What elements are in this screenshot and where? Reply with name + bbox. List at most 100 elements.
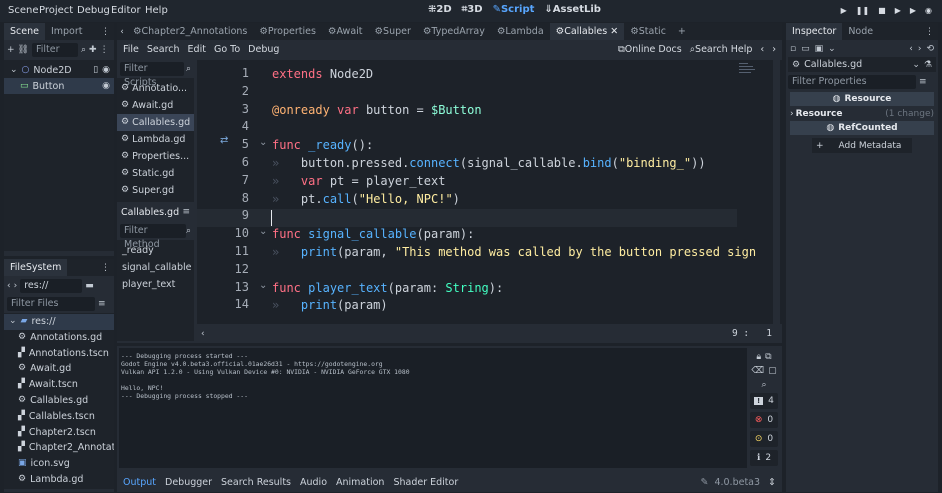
list-item[interactable]: ▞ Await.tscn xyxy=(4,377,114,393)
collapse-icon[interactable]: ⌄ xyxy=(10,65,18,75)
tree-item-button[interactable]: ▭ Button ◉ xyxy=(4,78,114,94)
tab-inspector[interactable]: Inspector xyxy=(786,23,843,40)
script-menu-debug[interactable]: Debug xyxy=(248,44,279,55)
script-list-item[interactable]: ⚙ Super.gd xyxy=(117,182,194,199)
list-item[interactable]: ▞ Callables.tscn xyxy=(4,409,114,425)
more-icon[interactable]: ⋮ xyxy=(101,27,110,37)
mode-assetlib-button[interactable]: ⇓AssetLib xyxy=(544,4,601,15)
back-icon[interactable]: ‹ xyxy=(7,281,11,291)
script-list-item[interactable]: ⚙ Lambda.gd xyxy=(117,131,194,148)
list-item[interactable]: ▞ Annotations.tscn xyxy=(4,346,114,362)
scene-filter-input[interactable]: Filter xyxy=(31,43,78,57)
method-list-item[interactable]: player_text xyxy=(117,276,194,293)
search-icon[interactable]: ⌕ xyxy=(761,380,766,390)
menu-help[interactable]: Help xyxy=(145,5,168,16)
tab-debugger[interactable]: Debugger xyxy=(165,477,212,488)
tabs-left-icon[interactable]: ‹ xyxy=(117,27,127,37)
more-icon[interactable]: ⋮ xyxy=(101,263,110,273)
code-scrollbar[interactable] xyxy=(773,60,780,324)
new-resource-icon[interactable]: ▫ xyxy=(790,44,796,54)
tab-callables[interactable]: ⚙Callables ✕ xyxy=(549,23,625,40)
filesystem-filter-input[interactable]: Filter Files xyxy=(7,297,95,311)
script-list-item[interactable]: ⚙ Annotatio... xyxy=(117,80,194,97)
script-list-item[interactable]: ⚙ Callables.gd xyxy=(117,114,194,131)
script-list-item[interactable]: ⚙ Properties... xyxy=(117,148,194,165)
section-refcounted[interactable]: ◍ RefCounted xyxy=(790,121,934,135)
fold-icon[interactable]: ⌄ xyxy=(259,280,267,291)
tab-audio[interactable]: Audio xyxy=(300,477,327,488)
menu-debug[interactable]: Debug xyxy=(77,5,110,16)
tab-shader-editor[interactable]: Shader Editor xyxy=(393,477,458,488)
tab-node[interactable]: Node xyxy=(842,23,879,40)
play-custom-icon[interactable]: ▶ xyxy=(910,6,916,15)
object-properties-icon[interactable]: ⚗ xyxy=(924,60,932,70)
tab-chapter2-annotations[interactable]: ⚙Chapter2_Annotations xyxy=(127,23,253,40)
forward-icon[interactable]: › xyxy=(14,281,18,291)
tab-await[interactable]: ⚙Await xyxy=(322,23,369,40)
script-menu-goto[interactable]: Go To xyxy=(214,44,240,55)
mode-script-button[interactable]: ✎Script xyxy=(493,4,535,15)
menu-scene[interactable]: Scene xyxy=(8,5,39,16)
tab-scene[interactable]: Scene xyxy=(4,23,45,40)
script-filter-input[interactable]: Filter Scripts xyxy=(120,62,184,88)
fold-icon[interactable]: ⌄ xyxy=(259,226,267,237)
online-docs-button[interactable]: ⧉Online Docs xyxy=(618,44,682,55)
property-resource[interactable]: › Resource (1 change) xyxy=(790,107,934,120)
list-item[interactable]: ▣ icon.svg xyxy=(4,456,114,472)
tab-typedarray[interactable]: ⚙TypedArray xyxy=(417,23,491,40)
script-list-item[interactable]: ⚙ Await.gd xyxy=(117,97,194,114)
more-icon[interactable]: ⋮ xyxy=(925,27,934,37)
sort-icon[interactable]: ≡ xyxy=(919,77,927,87)
list-item[interactable]: ▞ Chapter2_Annotatic xyxy=(4,440,114,456)
script-list-item[interactable]: ⚙ Static.gd xyxy=(117,165,194,182)
attach-script-icon[interactable]: ✚ xyxy=(89,45,97,55)
lock-icon[interactable]: 🔒︎ xyxy=(756,352,761,362)
pause-icon[interactable]: ❚❚ xyxy=(856,6,869,15)
script-menu-search[interactable]: Search xyxy=(147,44,180,55)
history-forward-icon[interactable]: › xyxy=(918,44,922,54)
save-icon[interactable]: ▣ xyxy=(815,44,824,54)
tab-super[interactable]: ⚙Super xyxy=(369,23,417,40)
history-icon[interactable]: ⟲ xyxy=(926,44,934,54)
output-log[interactable]: --- Debugging process started --- Godot E… xyxy=(119,348,747,468)
sort-icon[interactable]: ≡ xyxy=(98,299,106,309)
list-item[interactable]: ⚙ Callables.gd xyxy=(4,393,114,409)
list-item[interactable]: ⚙ Lambda.gd xyxy=(4,472,114,488)
stop-icon[interactable]: ■ xyxy=(878,6,886,15)
next-script-icon[interactable]: › xyxy=(772,44,776,55)
method-list-item[interactable]: signal_callable xyxy=(117,259,194,276)
prev-script-icon[interactable]: ‹ xyxy=(760,44,764,55)
tab-filesystem[interactable]: FileSystem xyxy=(4,259,68,276)
edited-object-selector[interactable]: ⚙ Callables.gd ⌄ ⚗ xyxy=(788,57,936,72)
scene-more-icon[interactable]: ⋮ xyxy=(100,45,109,55)
visibility-icon[interactable]: ◉ xyxy=(102,65,110,75)
fold-icon[interactable]: ⌄ xyxy=(259,137,267,148)
property-filter-input[interactable]: Filter Properties xyxy=(788,74,916,89)
filter-info-toggle[interactable]: ℹ 2 xyxy=(750,450,778,466)
add-metadata-button[interactable]: + Add Metadata xyxy=(812,138,912,153)
tab-animation[interactable]: Animation xyxy=(336,477,384,488)
tab-output[interactable]: Output xyxy=(123,477,156,488)
toggle-scroll-icon[interactable]: ▢ xyxy=(768,366,777,376)
script-menu-edit[interactable]: Edit xyxy=(188,44,206,55)
list-item[interactable]: ⚙ Annotations.gd xyxy=(4,330,114,346)
menu-editor[interactable]: Editor xyxy=(111,5,141,16)
method-filter-input[interactable]: Filter Method xyxy=(120,224,186,250)
split-view-icon[interactable]: ▬ xyxy=(85,281,94,291)
menu-project[interactable]: Project xyxy=(39,5,73,16)
script-menu-file[interactable]: File xyxy=(123,44,139,55)
add-node-icon[interactable]: + xyxy=(7,45,15,55)
filter-errors-toggle[interactable]: ⊗ 0 xyxy=(750,412,778,428)
movie-icon[interactable]: ◉ xyxy=(925,6,932,15)
play-icon[interactable]: ▶ xyxy=(841,6,847,15)
list-item[interactable]: ▞ Chapter2.tscn xyxy=(4,425,114,441)
collapse-icon[interactable]: ⌄ xyxy=(9,314,17,330)
close-tab-icon[interactable]: ✕ xyxy=(610,26,618,37)
tab-static[interactable]: ⚙Static xyxy=(624,23,672,40)
script-attached-icon[interactable]: ▯ xyxy=(93,65,98,75)
filter-messages-toggle[interactable]: ! 4 xyxy=(750,393,778,409)
tree-item-node2d[interactable]: ⌄ ○ Node2D ▯ ◉ xyxy=(4,62,114,78)
mode-3d-button[interactable]: ⌗3D xyxy=(462,4,483,15)
tab-properties[interactable]: ⚙Properties xyxy=(253,23,322,40)
copy-icon[interactable]: ⧉ xyxy=(765,352,771,362)
